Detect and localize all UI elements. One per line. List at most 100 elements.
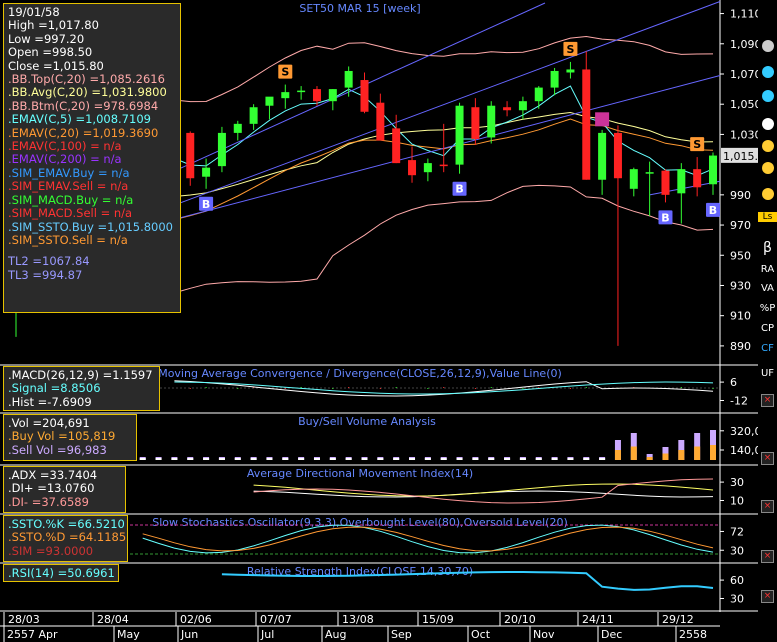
panel-close-icon[interactable]: × [758, 394, 777, 407]
info_macd-line: .MACD(26,12,9) =1.1597 [8, 368, 153, 382]
info_adx-line: .DI+ =13.0760 [8, 481, 95, 496]
volume-buy-bar [171, 458, 178, 460]
x-axis-month-label: Oct [471, 628, 491, 641]
panel-close-icon[interactable]: × [758, 452, 777, 465]
x-axis-month-label: Aug [325, 628, 346, 641]
candle-body [281, 92, 290, 99]
x-axis-month-label: Nov [533, 628, 555, 641]
volume-buy-bar [313, 458, 320, 460]
chart-title: SET50 MAR 15 [week] [299, 2, 420, 15]
volume-buy-bar [456, 458, 463, 460]
candle-body [582, 69, 591, 180]
info_ssto-line: .SIM =93.0000 [8, 543, 94, 558]
panel-title-macd: Moving Average Convergence / Divergence(… [158, 367, 562, 380]
panel-title-adx: Average Directional Movement Index(14) [247, 467, 473, 480]
volume-buy-bar [218, 458, 225, 460]
toolbar-label-uf[interactable]: UF [758, 368, 777, 379]
signal-marker-label: S [566, 43, 574, 56]
candle-body [677, 169, 686, 194]
volume-buy-bar [710, 445, 716, 460]
volume-buy-bar [361, 458, 368, 460]
volume-buy-bar [298, 458, 305, 460]
toolbar-icon-5[interactable] [758, 162, 777, 176]
x-axis-month-label: May [117, 628, 140, 641]
toolbar-label-va[interactable]: VA [758, 283, 777, 294]
price-axis-label: 950 [730, 249, 751, 262]
volume-buy-bar [139, 458, 146, 460]
toolbar-icon-6[interactable] [758, 188, 777, 202]
panel-close-icon[interactable]: × [758, 550, 777, 563]
toolbar-label-ls[interactable]: Ls [758, 212, 777, 222]
candle-body [709, 155, 717, 185]
info_main-line: TL2 =1067.84 [8, 254, 90, 269]
info_main-line: .EMAV(C,20) =1,019.3690 [8, 125, 159, 140]
info_main-line: .SIM_SSTO.Buy =1,015.8000 [8, 219, 174, 234]
volume-buy-bar [424, 458, 431, 460]
volume-buy-bar [614, 450, 621, 460]
panel-axis-label: -12 [730, 395, 748, 408]
candle-body [392, 128, 401, 164]
toolbar-icon-0[interactable] [758, 40, 777, 54]
info_main-line: Open =998.50 [8, 45, 93, 60]
candle-body [217, 132, 226, 167]
signal-marker-label: B [709, 204, 717, 217]
volume-buy-bar [646, 457, 653, 460]
toolbar-label-cp[interactable]: CP [758, 323, 777, 334]
volume-buy-bar [599, 458, 606, 460]
volume-buy-bar [662, 453, 669, 460]
x-axis-date-label: 20/10 [504, 613, 536, 626]
info_rsi-line: .RSI(14) =50.6961 [8, 566, 115, 580]
info_main-line: .BB.Btm(C,20) =978.6984 [8, 98, 159, 113]
toolbar-icon-4[interactable] [758, 140, 777, 154]
price-axis-label: 1,030 [730, 128, 762, 141]
panel-axis-label: 140,0 [730, 444, 762, 457]
volume-buy-bar [187, 458, 194, 460]
price-axis-label: 1,070 [730, 68, 762, 81]
x-axis-month-label: Dec [601, 628, 622, 641]
price-axis-label: 970 [730, 219, 751, 232]
adx-info-box: .ADX =33.7404 .DI+ =13.0760 .DI- =37.6589 [3, 466, 126, 513]
candle-body [613, 132, 622, 179]
rsi-info-box: .RSI(14) =50.6961 [3, 564, 119, 582]
info_main-line: .SIM_SSTO.Sell = n/a [8, 232, 128, 247]
panel-axis-label: 30 [730, 593, 744, 606]
volume-buy-bar [345, 458, 352, 460]
ssto-d-line [142, 526, 714, 552]
candle-body [376, 102, 385, 141]
candle-body [598, 132, 607, 180]
volume-buy-bar [234, 458, 241, 460]
candle-body [344, 70, 353, 88]
candle-body [408, 160, 417, 176]
info_adx-line: .ADX =33.7404 [8, 468, 98, 482]
toolbar-icon-3[interactable] [758, 118, 777, 132]
x-axis-date-label: 24/11 [582, 613, 614, 626]
candle-body [455, 105, 464, 165]
signal-marker-label: S [693, 138, 701, 151]
toolbar-label-xp[interactable]: %P [758, 303, 777, 314]
macd-info-box: .MACD(26,12,9) =1.1597 .Signal =8.8506 .Hi… [3, 366, 160, 411]
volume-buy-bar [488, 458, 495, 460]
volume-buy-bar [694, 446, 701, 460]
info_main-line: .SIM_MACD.Buy = n/a [8, 192, 134, 207]
panel-axis-label: 10 [730, 495, 744, 508]
toolbar-icon-2[interactable] [758, 90, 777, 104]
price-axis-label: 1,050 [730, 98, 762, 111]
price-axis-label: 930 [730, 279, 751, 292]
info_main-line: .SIM_EMAV.Sell = n/a [8, 179, 129, 194]
signal-marker-bg [595, 112, 610, 127]
candle-body [661, 170, 670, 195]
x-axis-month-label: Jul [260, 628, 274, 641]
toolbar-icon-1[interactable] [758, 66, 777, 80]
toolbar-label-ra[interactable]: RA [758, 264, 777, 275]
panel-close-icon[interactable]: × [758, 590, 777, 603]
signal-marker-label: B [202, 198, 210, 211]
toolbar-label-cf[interactable]: CF [758, 343, 777, 354]
info_main-line: High =1,017.80 [8, 18, 99, 33]
candle-body [265, 96, 274, 106]
info_macd-line: .Hist =-7.6909 [8, 394, 92, 409]
toolbar-label-x[interactable]: β [758, 240, 777, 256]
info_main-line: .SIM_MACD.Sell = n/a [8, 206, 133, 221]
signal-marker-label: S [281, 66, 289, 79]
panel-close-icon[interactable]: × [758, 500, 777, 513]
info_main-line: .BB.Top(C,20) =1,085.2616 [8, 72, 165, 87]
